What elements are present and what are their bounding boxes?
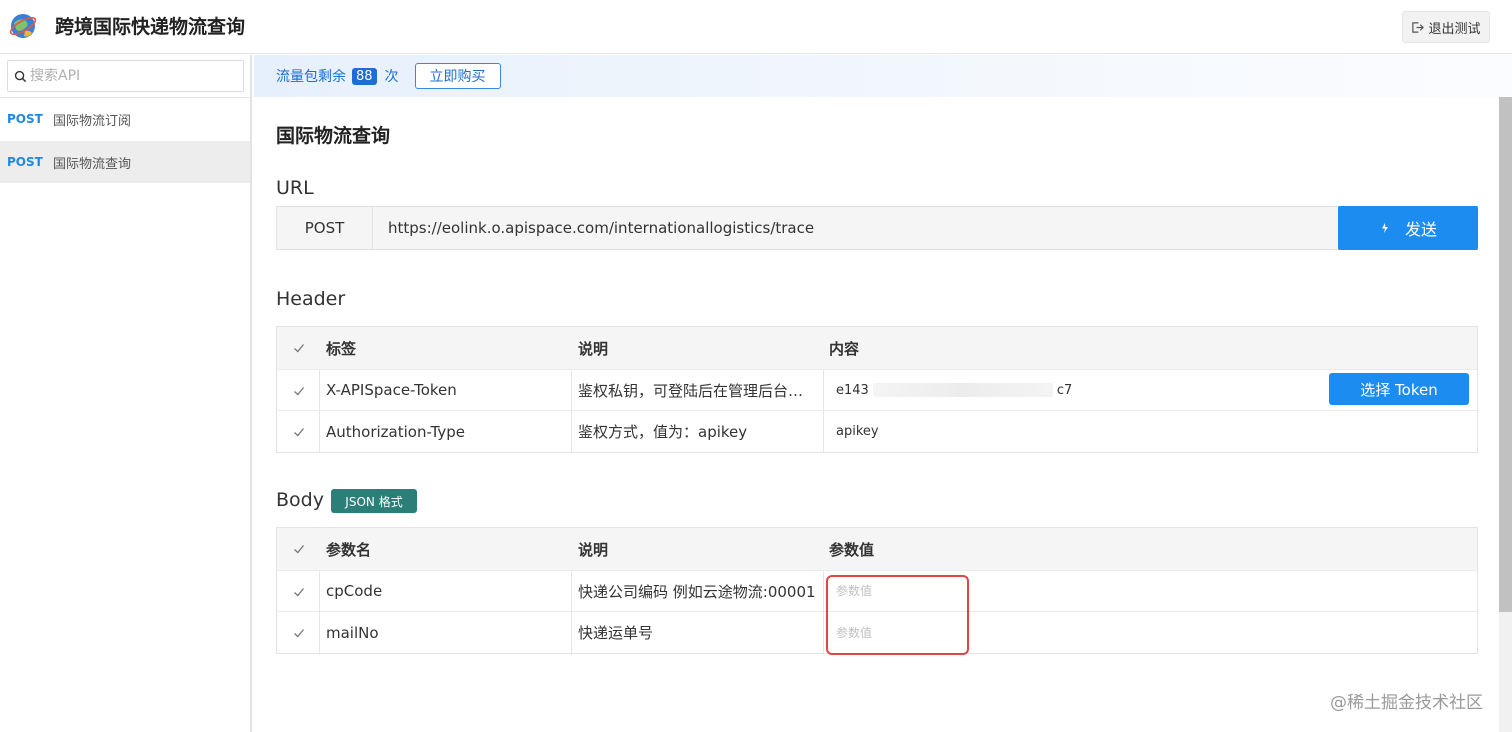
header-name: Authorization-Type bbox=[326, 422, 465, 441]
param-desc: 快递公司编码 例如云途物流:00001 bbox=[578, 582, 816, 601]
token-value-start: e143 bbox=[836, 382, 869, 398]
table-row: mailNo 快递运单号 bbox=[277, 612, 1477, 653]
column-header-tag: 标签 bbox=[326, 339, 357, 358]
url-field[interactable]: https://eolink.o.apispace.com/internatio… bbox=[373, 207, 1477, 249]
table-row: X-APISpace-Token 鉴权私钥，可登陆后在管理后台… e143 c7… bbox=[277, 370, 1477, 411]
quota-prefix: 流量包剩余 bbox=[276, 69, 346, 85]
masked-token bbox=[872, 383, 1053, 397]
header-name: X-APISpace-Token bbox=[326, 381, 457, 399]
top-bar: 跨境国际快递物流查询 退出测试 bbox=[0, 0, 1512, 54]
body-table: 参数名 说明 参数值 cpCode 快递公司编码 例如云途物流:00001 ma… bbox=[276, 527, 1478, 655]
quota-bar: 流量包剩余 88 次 立即购买 bbox=[254, 55, 1512, 97]
row-checkbox[interactable] bbox=[291, 383, 307, 399]
table-header-row: 参数名 说明 参数值 bbox=[277, 528, 1477, 571]
header-section-title: Header bbox=[276, 288, 346, 310]
logout-label: 退出测试 bbox=[1428, 21, 1481, 37]
url-bar: POST https://eolink.o.apispace.com/inter… bbox=[276, 206, 1478, 250]
url-section-title: URL bbox=[276, 177, 314, 199]
check-icon bbox=[294, 344, 305, 353]
logout-button[interactable]: 退出测试 bbox=[1402, 11, 1490, 43]
param-value-input[interactable] bbox=[836, 584, 956, 598]
token-value-field[interactable]: e143 c7 bbox=[836, 370, 1072, 410]
app-logo bbox=[8, 11, 38, 41]
sidebar-item-label: 国际物流查询 bbox=[53, 156, 132, 172]
send-button[interactable]: 发送 bbox=[1338, 206, 1478, 250]
column-header-value: 参数值 bbox=[829, 540, 875, 559]
page-title: 国际物流查询 bbox=[276, 125, 391, 147]
select-all-checkbox[interactable] bbox=[291, 340, 307, 356]
body-section-title: Body bbox=[276, 489, 324, 511]
token-value-end: c7 bbox=[1056, 382, 1073, 398]
sidebar-item-subscribe[interactable]: POST 国际物流订阅 bbox=[0, 98, 250, 140]
check-icon bbox=[294, 588, 305, 597]
header-desc: 鉴权方式，值为：apikey bbox=[578, 423, 748, 441]
sidebar: POST 国际物流订阅 POST 国际物流查询 bbox=[0, 55, 252, 732]
check-icon bbox=[294, 629, 305, 638]
param-name: cpCode bbox=[326, 582, 383, 600]
param-desc: 快递运单号 bbox=[578, 624, 654, 642]
quota-suffix: 次 bbox=[384, 69, 399, 85]
select-all-checkbox[interactable] bbox=[291, 541, 307, 557]
header-table: 标签 说明 内容 X-APISpace-Token 鉴权私钥，可登陆后在管理后台… bbox=[276, 326, 1478, 453]
send-icon bbox=[1381, 223, 1388, 233]
header-value-field[interactable]: apikey bbox=[836, 411, 879, 452]
http-method: POST bbox=[277, 207, 373, 249]
sidebar-item-query[interactable]: POST 国际物流查询 bbox=[0, 141, 250, 183]
row-checkbox[interactable] bbox=[291, 584, 307, 600]
check-icon bbox=[294, 387, 305, 396]
column-header-desc: 说明 bbox=[578, 339, 609, 358]
scrollbar-thumb[interactable] bbox=[1499, 97, 1512, 612]
check-icon bbox=[294, 428, 305, 437]
watermark: @稀土掘金技术社区 bbox=[1330, 693, 1483, 713]
param-value-input[interactable] bbox=[836, 625, 956, 640]
header-desc: 鉴权私钥，可登陆后在管理后台… bbox=[578, 381, 804, 400]
method-tag: POST bbox=[7, 155, 43, 169]
column-header-param: 参数名 bbox=[326, 540, 372, 559]
column-header-desc: 说明 bbox=[578, 540, 609, 559]
table-row: Authorization-Type 鉴权方式，值为：apikey apikey bbox=[277, 411, 1477, 452]
json-format-badge: JSON 格式 bbox=[331, 489, 417, 513]
row-checkbox[interactable] bbox=[291, 424, 307, 440]
send-label: 发送 bbox=[1404, 220, 1437, 239]
logout-icon bbox=[1412, 21, 1425, 33]
app-title: 跨境国际快递物流查询 bbox=[55, 16, 246, 38]
quota-count: 88 bbox=[352, 67, 377, 85]
sidebar-item-label: 国际物流订阅 bbox=[53, 113, 132, 129]
column-header-content: 内容 bbox=[829, 339, 860, 358]
table-row: cpCode 快递公司编码 例如云途物流:00001 bbox=[277, 571, 1477, 612]
search-box[interactable] bbox=[7, 60, 244, 92]
search-icon bbox=[14, 70, 27, 82]
search-input[interactable] bbox=[30, 68, 230, 84]
param-name: mailNo bbox=[326, 623, 379, 642]
table-header-row: 标签 说明 内容 bbox=[277, 327, 1477, 370]
method-tag: POST bbox=[7, 112, 43, 126]
check-icon bbox=[294, 545, 305, 554]
row-checkbox[interactable] bbox=[291, 625, 307, 641]
select-token-button[interactable]: 选择 Token bbox=[1329, 373, 1469, 405]
buy-now-button[interactable]: 立即购买 bbox=[414, 63, 501, 89]
